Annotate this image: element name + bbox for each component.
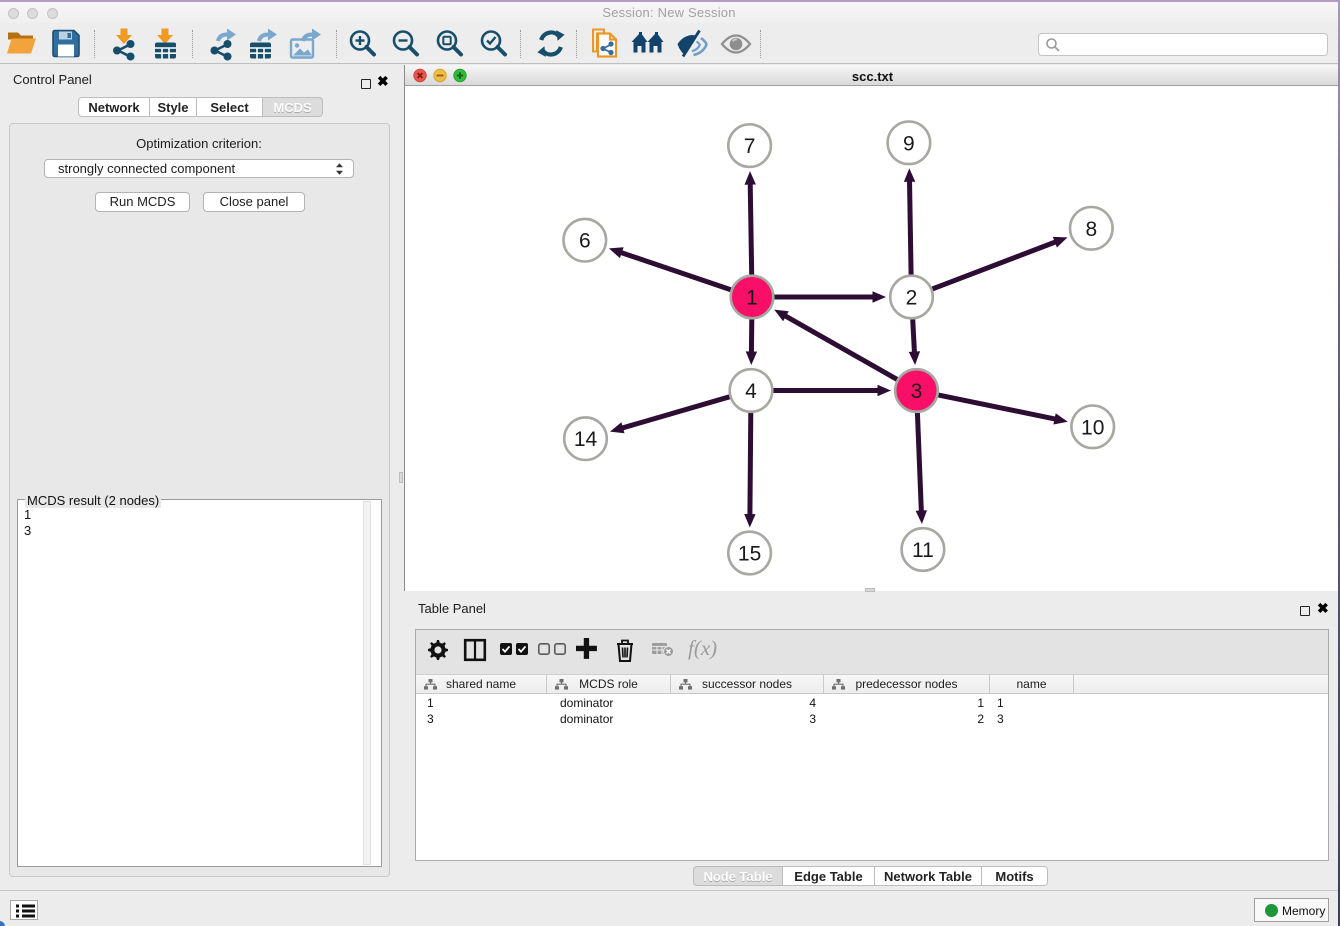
svg-text:3: 3 xyxy=(911,380,923,403)
svg-text:14: 14 xyxy=(574,428,598,451)
svg-text:8: 8 xyxy=(1085,218,1097,241)
svg-text:f(x): f(x) xyxy=(688,636,717,660)
svg-text:7: 7 xyxy=(744,135,756,158)
svg-text:10: 10 xyxy=(1081,416,1104,439)
svg-text:4: 4 xyxy=(745,380,757,403)
svg-text:2: 2 xyxy=(906,287,918,310)
svg-text:1: 1 xyxy=(746,287,758,310)
svg-text:9: 9 xyxy=(903,132,915,155)
svg-text:15: 15 xyxy=(738,543,761,566)
svg-text:11: 11 xyxy=(912,539,934,562)
svg-text:6: 6 xyxy=(579,230,591,253)
